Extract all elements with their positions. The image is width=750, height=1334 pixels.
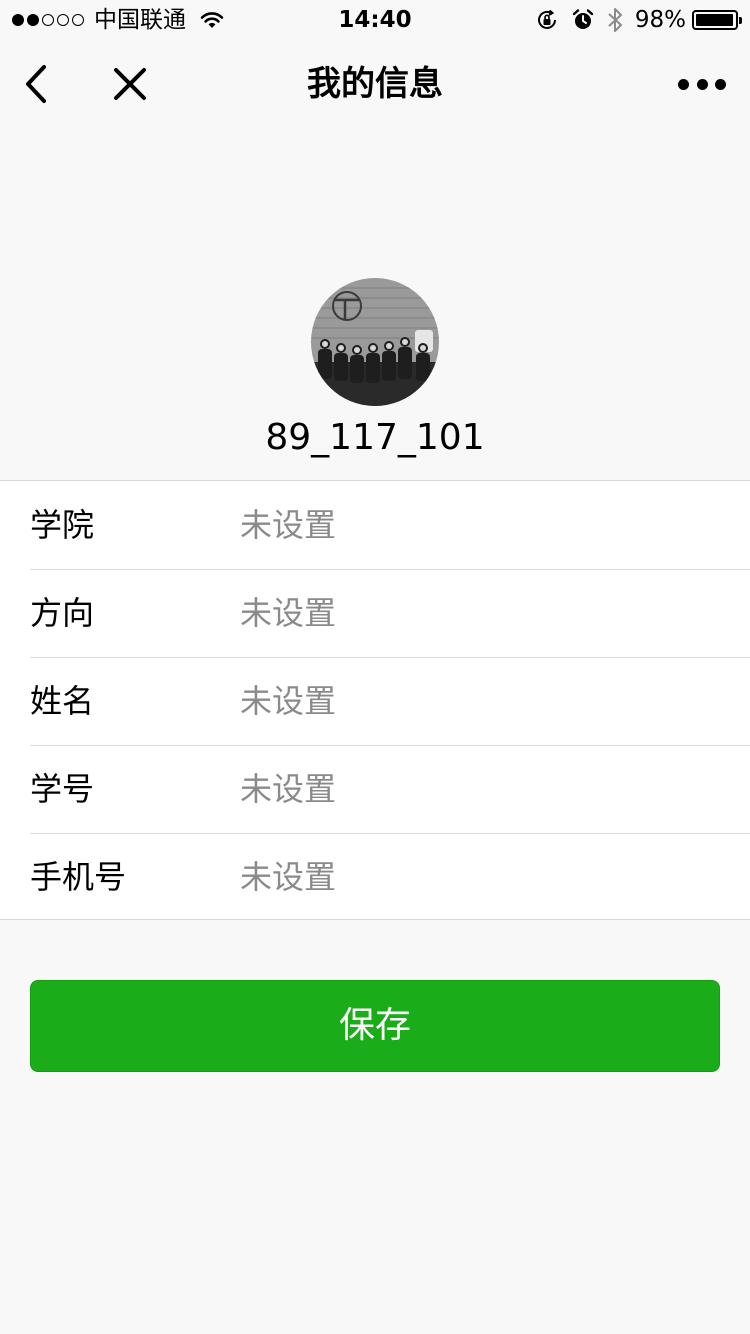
status-bar: 中国联通 14:40 98%: [0, 0, 750, 40]
form-label: 姓名: [30, 682, 95, 720]
username: 89_117_101: [265, 417, 485, 458]
form-value[interactable]: 未设置: [240, 769, 336, 809]
form-label: 学号: [30, 770, 95, 808]
battery-level: [696, 14, 734, 26]
form-row-student-id[interactable]: 学号 未设置: [0, 745, 750, 833]
profile-form: 学院 未设置 方向 未设置 姓名 未设置 学号 未设置 手机号 未设置: [0, 480, 750, 920]
form-label: 手机号: [30, 858, 127, 896]
form-label: 学院: [30, 506, 95, 544]
save-button[interactable]: 保存: [30, 980, 720, 1072]
screen: 中国联通 14:40 98% 我的信息 89_117_101 学院 未设置 方向…: [0, 0, 750, 1334]
form-value[interactable]: 未设置: [240, 593, 336, 633]
bluetooth-icon: [608, 8, 622, 32]
avatar-photo: [311, 278, 439, 406]
form-label: 方向: [30, 594, 95, 632]
page-title: 我的信息: [307, 64, 443, 104]
form-row-name[interactable]: 姓名 未设置: [0, 657, 750, 745]
more-button[interactable]: [678, 62, 726, 106]
rotation-lock-icon: [537, 9, 556, 29]
form-value[interactable]: 未设置: [240, 681, 336, 721]
alarm-icon: [572, 9, 594, 29]
nav-bar: 我的信息: [0, 40, 750, 128]
form-row-college[interactable]: 学院 未设置: [0, 481, 750, 569]
avatar[interactable]: [311, 278, 439, 406]
form-value[interactable]: 未设置: [240, 857, 336, 897]
more-dots-icon: [678, 78, 689, 90]
form-row-direction[interactable]: 方向 未设置: [0, 569, 750, 657]
form-value[interactable]: 未设置: [240, 505, 336, 545]
battery-percent: 98%: [634, 7, 686, 33]
battery-icon: [692, 10, 742, 30]
form-row-phone[interactable]: 手机号 未设置: [0, 833, 750, 921]
status-right: 98%: [535, 6, 742, 34]
